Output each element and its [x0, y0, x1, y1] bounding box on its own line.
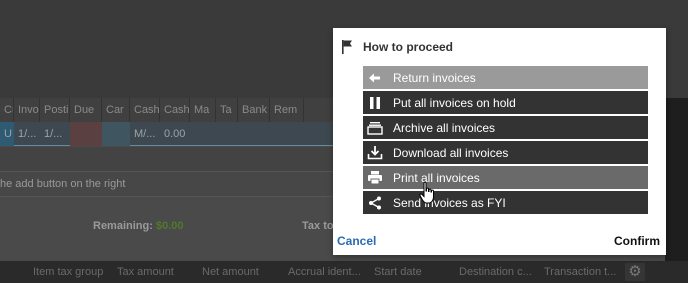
column-header[interactable]: Car	[102, 98, 130, 122]
remaining-summary: Remaining: $0.00	[93, 220, 184, 232]
button-label: Archive all invoices	[393, 120, 496, 135]
dialog-footer: Cancel Confirm	[333, 234, 666, 255]
column-header[interactable]: Rem	[270, 98, 304, 122]
archive-all-invoices-button[interactable]: Archive all invoices	[363, 116, 648, 139]
cancel-button[interactable]: Cancel	[337, 234, 376, 248]
side-panel-edge	[665, 98, 688, 261]
column-header[interactable]: Cr	[0, 98, 14, 122]
column-header[interactable]: Posti	[40, 98, 70, 122]
column-header[interactable]: Bank	[238, 98, 270, 122]
arrow-left-icon	[363, 66, 387, 89]
button-label: Return invoices	[393, 70, 476, 85]
column-header[interactable]: Cash	[130, 98, 160, 122]
button-label: Put all invoices on hold	[393, 95, 516, 110]
archive-icon	[363, 116, 387, 139]
table-cell	[70, 122, 102, 146]
table-cell: M/...	[134, 128, 156, 140]
table-cell: 0.00	[164, 128, 186, 140]
tax-label: Tax to	[302, 220, 334, 232]
flag-icon	[342, 40, 352, 54]
column-header[interactable]: Cash	[160, 98, 190, 122]
share-icon	[363, 191, 387, 214]
column-header[interactable]: Accrual ident...	[288, 261, 374, 283]
lines-grid-header: Item tax group Tax amount Net amount Acc…	[0, 261, 688, 283]
button-label: Download all invoices	[393, 145, 509, 160]
printer-icon	[363, 166, 387, 189]
confirm-button[interactable]: Confirm	[614, 234, 660, 248]
column-header[interactable]: Tax amount	[117, 261, 202, 283]
gear-icon[interactable]: ⚙	[625, 263, 645, 281]
column-header[interactable]: Transaction t...	[544, 261, 624, 283]
dialog-title-text: How to proceed	[363, 40, 454, 54]
download-icon	[363, 141, 387, 164]
how-to-proceed-dialog: How to proceed Return invoices Put all i…	[333, 28, 666, 255]
column-header[interactable]: Invo	[14, 98, 40, 122]
remaining-value: $0.00	[155, 220, 184, 232]
dialog-title: How to proceed	[341, 39, 453, 55]
return-invoices-button[interactable]: Return invoices	[363, 66, 648, 89]
download-all-invoices-button[interactable]: Download all invoices	[363, 141, 648, 164]
print-all-invoices-button[interactable]: Print all invoices	[363, 166, 648, 189]
remaining-label: Remaining:	[93, 220, 153, 232]
column-header[interactable]: Due	[70, 98, 102, 122]
table-cell: U	[0, 122, 14, 146]
action-list: Return invoices Put all invoices on hold…	[363, 66, 648, 216]
column-header[interactable]: Item tax group	[33, 261, 117, 283]
table-cell: 1/...	[44, 128, 63, 140]
column-header[interactable]: Destination c...	[459, 261, 544, 283]
table-cell	[102, 122, 130, 146]
table-cell: 1/...	[18, 128, 37, 140]
column-header[interactable]: Ta	[216, 98, 238, 122]
send-invoices-fyi-button[interactable]: Send invoices as FYI	[363, 191, 648, 214]
button-label: Send invoices as FYI	[393, 195, 506, 210]
button-label: Print all invoices	[393, 170, 480, 185]
column-header[interactable]: Net amount	[202, 261, 288, 283]
pause-icon	[363, 91, 387, 114]
column-header[interactable]: Ma	[190, 98, 216, 122]
hold-all-invoices-button[interactable]: Put all invoices on hold	[363, 91, 648, 114]
column-header[interactable]: Start date	[374, 261, 459, 283]
